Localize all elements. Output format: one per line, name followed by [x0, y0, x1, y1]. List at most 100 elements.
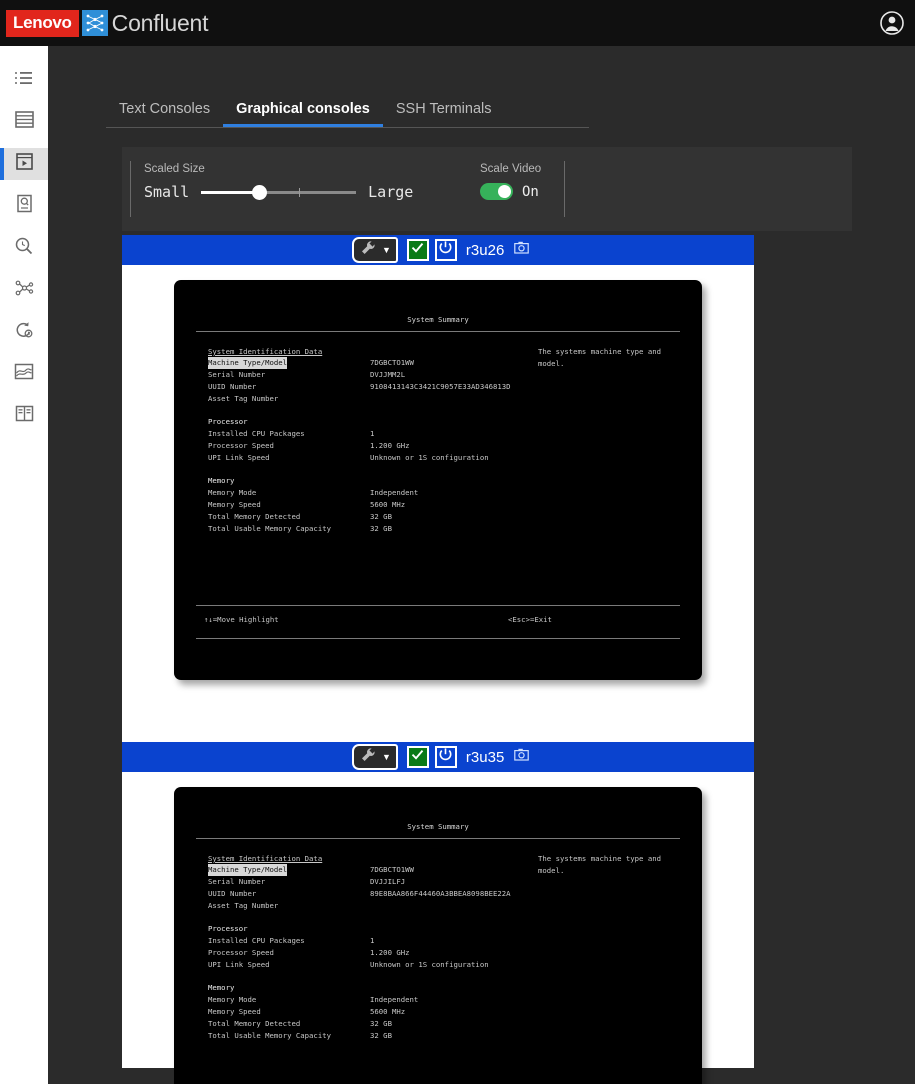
- terminal-section-heading: Memory: [208, 476, 235, 485]
- sidebar-item-topology[interactable]: [0, 274, 48, 306]
- terminal-rule-bottom: [196, 638, 680, 639]
- terminal-row-value: 32 GB: [370, 512, 392, 521]
- terminal-row-value: 1.200 GHz: [370, 441, 410, 450]
- terminal-row-label: Memory Speed: [208, 500, 261, 509]
- sidebar-item-metrics[interactable]: [0, 358, 48, 390]
- terminal-row-value: 7DGBCTO1WW: [370, 865, 414, 874]
- console-canvas[interactable]: System Summary System Identification Dat…: [122, 772, 754, 1084]
- scale-video-state: On: [522, 183, 539, 200]
- console-connect-button[interactable]: [406, 239, 429, 261]
- sidebar: [0, 46, 48, 1084]
- chevron-down-icon: ▼: [382, 245, 391, 255]
- slider-min-label: Small: [144, 183, 190, 201]
- list-icon: [14, 70, 34, 91]
- terminal-footer-right: <Esc>=Exit: [508, 615, 552, 624]
- terminal-row-label: Processor Speed: [208, 948, 274, 957]
- tab-text-consoles[interactable]: Text Consoles: [106, 101, 223, 127]
- lenovo-logo: Lenovo: [6, 9, 79, 37]
- settings-divider-left: [130, 161, 131, 217]
- terminal-rule-top: [196, 331, 680, 332]
- slider-tick: [298, 187, 300, 197]
- terminal-row-label: UUID Number: [208, 889, 257, 898]
- tab-ssh-terminals[interactable]: SSH Terminals: [383, 101, 505, 127]
- console-tabs: Text Consoles Graphical consoles SSH Ter…: [106, 93, 589, 128]
- terminal-row-label: Total Memory Detected: [208, 1019, 301, 1028]
- terminal-row-label: Serial Number: [208, 877, 266, 886]
- toggle-knob: [498, 185, 511, 198]
- terminal-row-label: Asset Tag Number: [208, 394, 279, 403]
- chart-area-icon: [14, 363, 34, 386]
- console-canvas[interactable]: System Summary System Identification Dat…: [122, 265, 754, 743]
- user-avatar-icon[interactable]: [879, 10, 905, 36]
- slider-thumb[interactable]: [251, 184, 267, 200]
- scale-video-toggle[interactable]: [480, 183, 513, 200]
- terminal-row-label: Total Memory Detected: [208, 512, 301, 521]
- sidebar-item-history[interactable]: [0, 316, 48, 348]
- history-revert-icon: [14, 320, 34, 345]
- terminal-footer-left: ↑↓=Move Highlight: [204, 615, 279, 624]
- terminal-row-label: Serial Number: [208, 370, 266, 379]
- node-graph-icon: [14, 278, 34, 303]
- terminal-row-value: Independent: [370, 995, 419, 1004]
- app-root: Lenovo Confluent Text Consoles Graphical…: [0, 0, 915, 1084]
- power-icon: [438, 240, 453, 260]
- console-toolbar: ▼ r3: [352, 744, 530, 770]
- terminal-row-label-selected[interactable]: Machine Type/Model: [208, 864, 288, 876]
- sidebar-item-list[interactable]: [0, 64, 48, 96]
- terminal-row-label: Processor Speed: [208, 441, 274, 450]
- console-tools-button[interactable]: ▼: [352, 744, 398, 770]
- console-tools-button[interactable]: ▼: [352, 237, 398, 263]
- terminal-screen[interactable]: System Summary System Identification Dat…: [174, 787, 702, 1084]
- console-screenshot-button[interactable]: [514, 241, 530, 259]
- sidebar-item-docs[interactable]: [0, 400, 48, 432]
- terminal-section-heading: Processor: [208, 924, 248, 933]
- terminal-content: System Summary System Identification Dat…: [174, 280, 702, 680]
- tab-graphical-consoles[interactable]: Graphical consoles: [223, 101, 383, 127]
- terminal-help-line1: The systems machine type and: [538, 347, 662, 356]
- console-screenshot-button[interactable]: [514, 748, 530, 766]
- power-icon: [438, 747, 453, 767]
- console-connect-button[interactable]: [406, 746, 429, 768]
- terminal-row-label: Total Usable Memory Capacity: [208, 524, 332, 533]
- camera-screenshot-icon: [514, 241, 530, 259]
- product-title: Confluent: [111, 9, 209, 36]
- slider-fill: [201, 190, 259, 194]
- terminal-row-label: Memory Mode: [208, 488, 257, 497]
- wrench-icon: [360, 747, 376, 768]
- terminal-row-label: UPI Link Speed: [208, 453, 270, 462]
- scaled-size-slider[interactable]: [201, 184, 357, 200]
- sidebar-item-node-details[interactable]: [0, 190, 48, 222]
- wrench-icon: [360, 240, 376, 261]
- console-power-button[interactable]: [434, 239, 457, 261]
- confluent-mark-icon: [81, 10, 108, 36]
- terminal-row-value: 1: [370, 936, 375, 945]
- sidebar-item-search-history[interactable]: [0, 232, 48, 264]
- terminal-screen[interactable]: System Summary System Identification Dat…: [174, 280, 702, 680]
- sidebar-item-inventory[interactable]: [0, 106, 48, 138]
- terminal-row-label: Installed CPU Packages: [208, 429, 305, 438]
- settings-divider-right: [564, 161, 565, 217]
- console-node-name: r3u35: [465, 748, 505, 766]
- camera-screenshot-icon: [514, 748, 530, 766]
- checkmark-icon: [410, 747, 425, 767]
- scaled-size-slider-row: Small Large: [144, 183, 413, 201]
- terminal-row-value: 1.200 GHz: [370, 948, 410, 957]
- terminal-rule-mid: [196, 605, 680, 606]
- terminal-help-line2: model.: [538, 359, 565, 368]
- rack-table-icon: [14, 110, 34, 134]
- console-block-r3u26: ▼ r3u26 System Summary System Identifica…: [122, 235, 754, 743]
- document-inspect-icon: [15, 194, 34, 218]
- scaled-size-group: Scaled Size Small Large: [144, 163, 413, 201]
- console-power-button[interactable]: [434, 746, 457, 768]
- console-bar: ▼ r3: [122, 235, 754, 265]
- terminal-content: System Summary System Identification Dat…: [174, 787, 702, 1084]
- console-block-r3u35: ▼ r3u35 System Summary System Identifica…: [122, 742, 754, 1084]
- terminal-row-label: Installed CPU Packages: [208, 936, 305, 945]
- terminal-row-label-selected[interactable]: Machine Type/Model: [208, 357, 288, 369]
- sidebar-item-consoles[interactable]: [0, 148, 48, 180]
- terminal-row-value: 9108413143C3421C9057E33AD346813D: [370, 382, 511, 391]
- book-docs-icon: [15, 405, 34, 428]
- console-settings-bar: Scaled Size Small Large Scale Video On: [122, 147, 852, 231]
- terminal-title: System Summary: [407, 822, 469, 831]
- terminal-row-value: Unknown or 1S configuration: [370, 960, 489, 969]
